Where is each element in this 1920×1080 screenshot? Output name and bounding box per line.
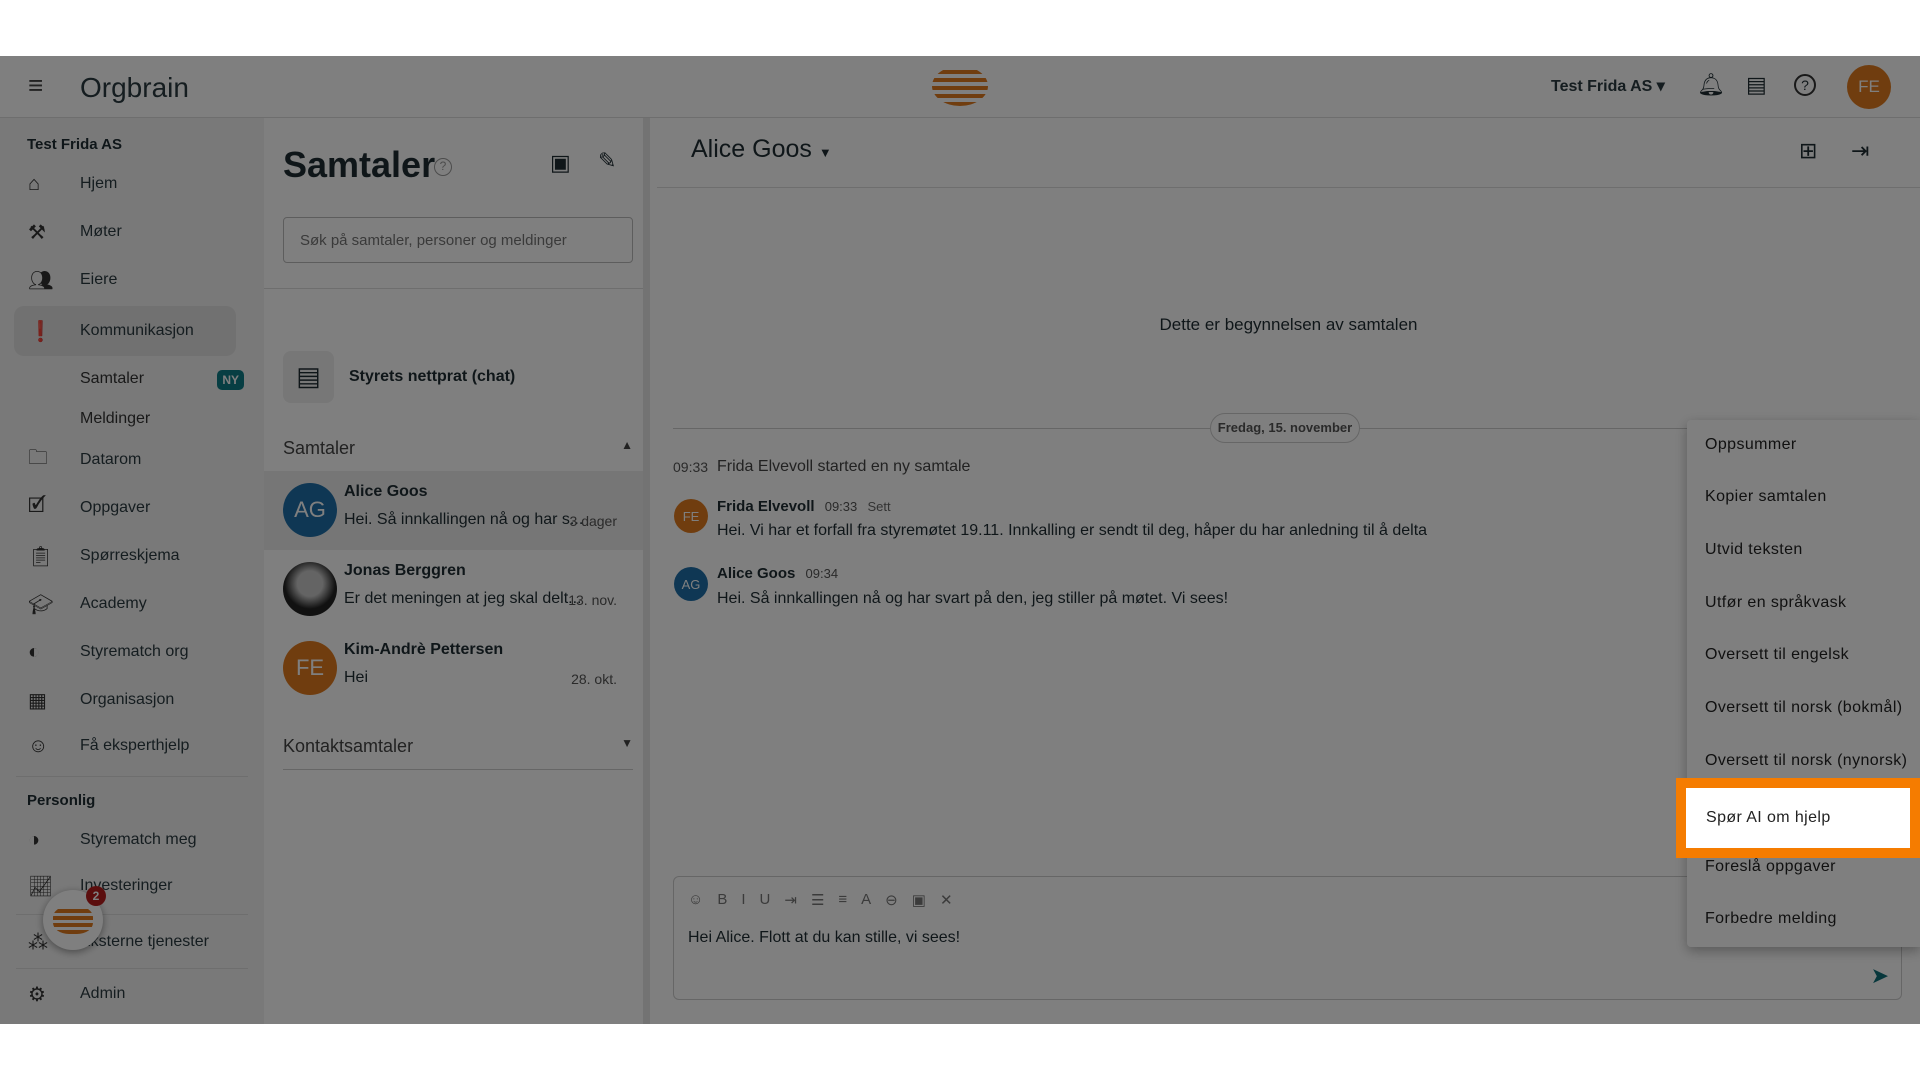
menu-item-spor-ai-highlighted[interactable]: Spør AI om hjelp [1676,778,1920,858]
label: Spør AI om hjelp [1706,809,1831,826]
tutorial-overlay [0,56,1920,1024]
